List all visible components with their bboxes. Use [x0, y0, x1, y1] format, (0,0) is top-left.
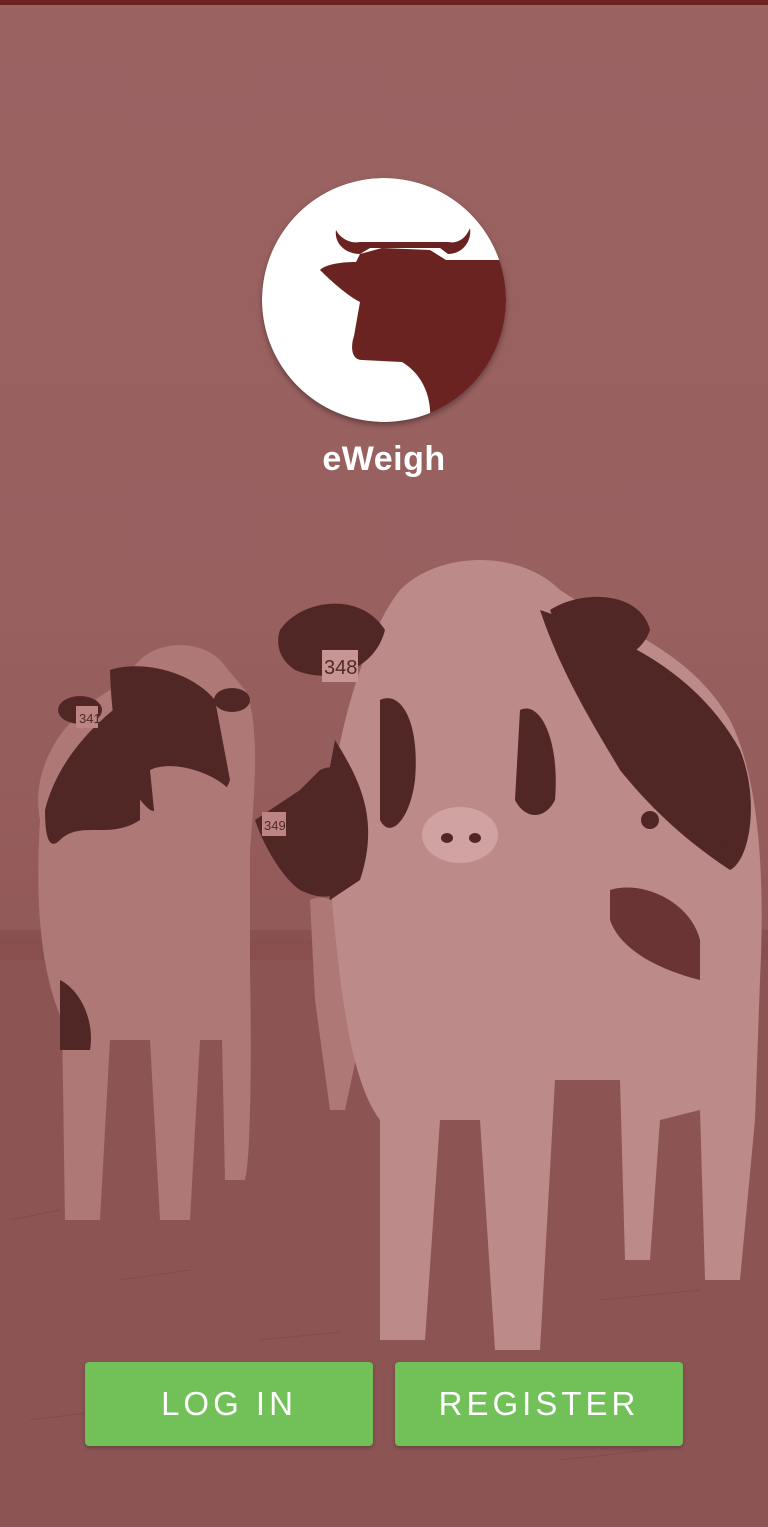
register-button[interactable]: REGISTER [395, 1362, 683, 1446]
app-logo [262, 178, 506, 422]
status-bar-strip [0, 0, 768, 5]
app-title: eWeigh [322, 440, 446, 478]
cow-head-icon [262, 178, 506, 422]
welcome-screen: 341 349 348 eWeigh LOG IN REGISTER [0, 0, 768, 1527]
login-button[interactable]: LOG IN [85, 1362, 373, 1446]
